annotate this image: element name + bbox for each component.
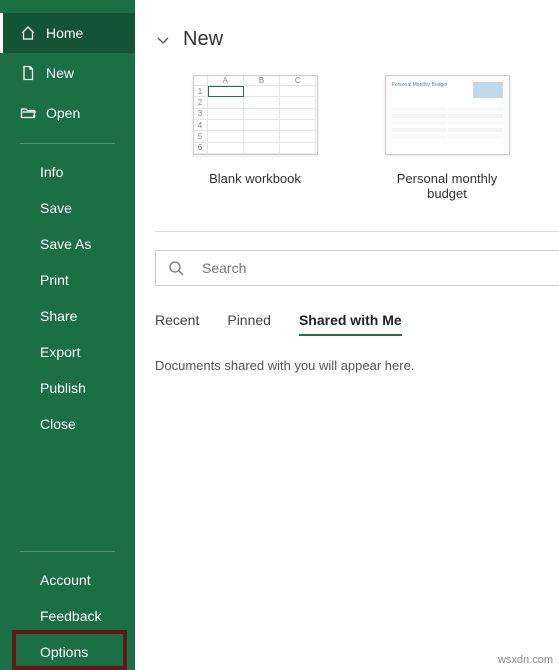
tab-shared-with-me[interactable]: Shared with Me <box>299 312 402 336</box>
search-icon <box>168 260 184 276</box>
template-personal-monthly-budget[interactable]: Personal Monthly Budget Pe <box>377 75 517 201</box>
app-root: Home New Open Info Save Save As Print Sh… <box>0 0 559 670</box>
search-box[interactable] <box>155 250 559 286</box>
empty-state-message: Documents shared with you will appear he… <box>155 358 559 373</box>
section-header[interactable]: New <box>155 28 559 51</box>
template-blank-workbook[interactable]: ABC 1 2 3 4 5 6 Blank workbook <box>185 75 325 201</box>
sidebar-item-close[interactable]: Close <box>0 406 135 442</box>
sidebar-primary: Home New Open <box>0 0 135 133</box>
sidebar-item-save[interactable]: Save <box>0 190 135 226</box>
sidebar-bottom-group: Account Feedback Options <box>0 541 135 670</box>
tab-pinned[interactable]: Pinned <box>227 312 271 336</box>
search-input[interactable] <box>202 260 547 276</box>
sidebar-label: New <box>46 65 74 81</box>
sidebar-item-feedback[interactable]: Feedback <box>0 598 135 634</box>
sidebar-item-options[interactable]: Options <box>0 634 135 670</box>
sidebar-item-new[interactable]: New <box>0 53 135 93</box>
tabs: Recent Pinned Shared with Me <box>155 312 559 336</box>
sidebar-item-open[interactable]: Open <box>0 93 135 133</box>
sidebar-divider <box>20 143 115 144</box>
template-thumb: ABC 1 2 3 4 5 6 <box>193 75 318 155</box>
templates-row: ABC 1 2 3 4 5 6 Blank workbook Personal … <box>185 75 559 201</box>
sidebar-item-saveas[interactable]: Save As <box>0 226 135 262</box>
sidebar-item-export[interactable]: Export <box>0 334 135 370</box>
watermark: wsxdn.com <box>498 654 553 666</box>
template-label: Personal monthly budget <box>377 171 517 201</box>
sidebar-item-home[interactable]: Home <box>0 13 135 53</box>
folder-open-icon <box>20 105 36 121</box>
sidebar-item-print[interactable]: Print <box>0 262 135 298</box>
sidebar-label: Home <box>46 25 83 41</box>
content-divider <box>155 231 559 232</box>
sidebar-item-account[interactable]: Account <box>0 562 135 598</box>
sidebar-item-info[interactable]: Info <box>0 154 135 190</box>
template-label: Blank workbook <box>209 171 301 186</box>
chevron-down-icon <box>155 32 171 48</box>
sidebar-item-publish[interactable]: Publish <box>0 370 135 406</box>
sidebar-label: Open <box>46 105 80 121</box>
home-icon <box>20 25 36 41</box>
tab-recent[interactable]: Recent <box>155 312 199 336</box>
main-content: New ABC 1 2 3 4 5 6 Blank workbook <box>135 0 559 670</box>
sidebar-item-share[interactable]: Share <box>0 298 135 334</box>
new-document-icon <box>20 65 36 81</box>
sidebar: Home New Open Info Save Save As Print Sh… <box>0 0 135 670</box>
section-title: New <box>183 28 223 51</box>
sidebar-divider <box>20 551 115 552</box>
template-thumb: Personal Monthly Budget <box>385 75 510 155</box>
sidebar-file-group: Info Save Save As Print Share Export Pub… <box>0 154 135 442</box>
